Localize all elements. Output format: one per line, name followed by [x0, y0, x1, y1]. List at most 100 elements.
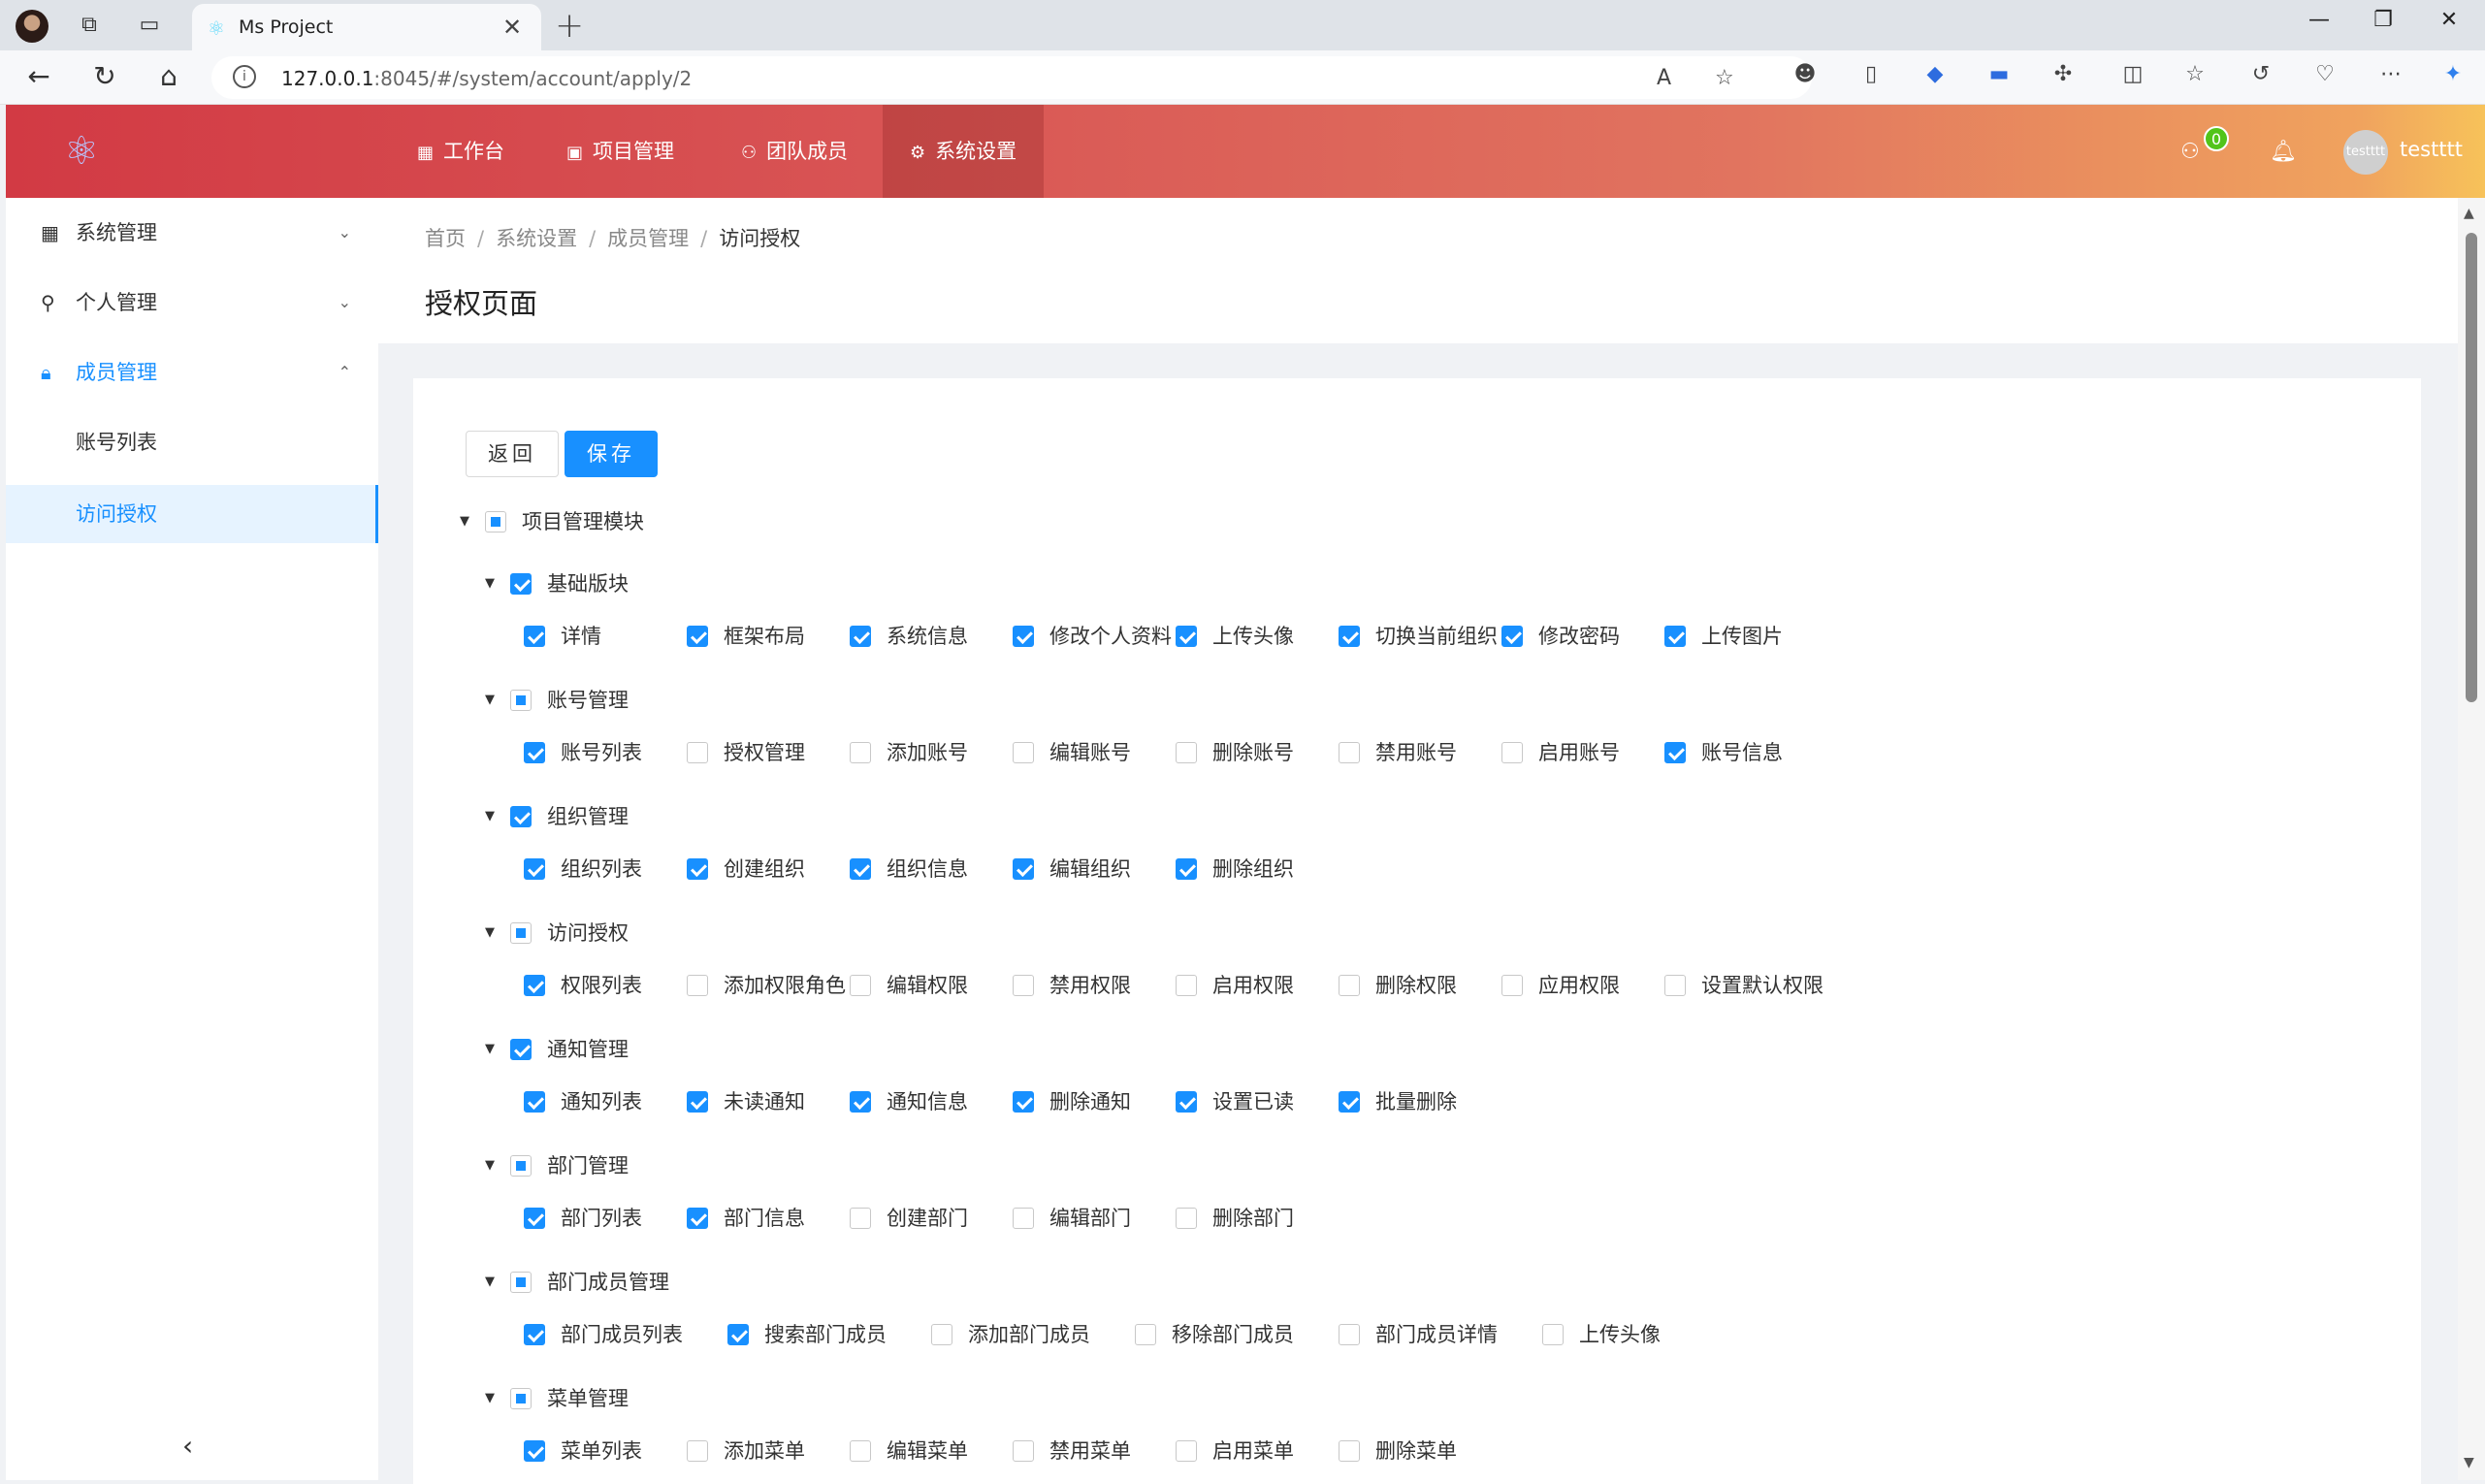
browser-tab-active[interactable]: ⚛ Ms Project ✕ [192, 4, 541, 50]
tree-checkbox[interactable] [524, 626, 545, 647]
tree-node-group[interactable]: ▼ 账号管理 [485, 681, 873, 720]
scroll-down-arrow-icon[interactable]: ▼ [2464, 1455, 2474, 1470]
tree-checkbox[interactable] [1339, 1440, 1360, 1462]
tree-checkbox[interactable] [687, 1091, 708, 1113]
tree-checkbox[interactable] [1176, 1440, 1197, 1462]
tree-checkbox[interactable] [1339, 1091, 1360, 1113]
split-screen-icon[interactable]: ◫ [2118, 60, 2147, 89]
new-tab-button[interactable]: + [555, 6, 584, 46]
read-aloud-icon[interactable]: A [1657, 66, 1671, 90]
caret-down-icon[interactable]: ▼ [485, 1030, 495, 1069]
home-icon[interactable]: ⌂ [149, 60, 188, 92]
breadcrumb-home[interactable]: 首页 [425, 227, 466, 250]
tree-checkbox[interactable] [850, 742, 871, 763]
tree-checkbox[interactable] [524, 1208, 545, 1229]
tree-node-group[interactable]: ▼ 菜单管理 [485, 1379, 873, 1418]
topnav-settings[interactable]: ⚙ 系统设置 [883, 105, 1045, 198]
tree-checkbox[interactable] [1013, 1440, 1034, 1462]
topnav-workbench[interactable]: ▦ 工作台 [390, 105, 532, 198]
tree-checkbox[interactable] [1339, 1324, 1360, 1345]
caret-down-icon[interactable]: ▼ [485, 914, 495, 952]
tree-checkbox[interactable] [1176, 858, 1197, 880]
tree-node-group[interactable]: ▼ 部门管理 [485, 1146, 873, 1185]
scroll-thumb[interactable] [2466, 233, 2477, 702]
favorite-star-icon[interactable]: ☆ [1715, 66, 1734, 90]
sidebar-item-system-management[interactable]: ▦ 系统管理 ⌄ [6, 198, 378, 268]
caret-down-icon[interactable]: ▼ [485, 565, 495, 603]
tree-checkbox[interactable] [1013, 1091, 1034, 1113]
tree-checkbox[interactable] [524, 975, 545, 996]
copilot-icon[interactable]: ✦ [2438, 60, 2468, 89]
extension-doc-icon[interactable]: ▯ [1856, 60, 1886, 89]
tree-checkbox[interactable] [1664, 742, 1686, 763]
back-arrow-icon[interactable]: ← [19, 60, 58, 92]
tree-checkbox[interactable] [1135, 1324, 1156, 1345]
tree-node-group[interactable]: ▼ 访问授权 [485, 914, 873, 952]
tree-checkbox[interactable] [510, 922, 532, 944]
tree-checkbox[interactable] [510, 1155, 532, 1177]
tree-checkbox[interactable] [1176, 1091, 1197, 1113]
tree-checkbox[interactable] [1501, 742, 1523, 763]
tree-checkbox[interactable] [510, 1388, 532, 1409]
caret-down-icon[interactable]: ▼ [485, 797, 495, 836]
sidebar-item-member-management[interactable]: 🔒︎ 成员管理 ⌃ [6, 338, 378, 407]
caret-down-icon[interactable]: ▼ [485, 1263, 495, 1302]
tree-checkbox[interactable] [510, 1272, 532, 1293]
back-button[interactable]: 返回 [466, 431, 559, 477]
tree-checkbox[interactable] [687, 626, 708, 647]
extension-diamond-icon[interactable]: ◆ [1920, 60, 1950, 89]
caret-down-icon[interactable]: ▼ [485, 1379, 495, 1418]
user-avatar[interactable]: testttt [2343, 130, 2388, 175]
tree-checkbox[interactable] [727, 1324, 749, 1345]
tree-checkbox[interactable] [1501, 626, 1523, 647]
tree-checkbox[interactable] [1664, 975, 1686, 996]
extension-bar-icon[interactable]: ▬ [1985, 60, 2014, 89]
caret-down-icon[interactable]: ▼ [485, 681, 495, 720]
username[interactable]: testttt [2400, 138, 2463, 161]
tree-checkbox[interactable] [524, 1324, 545, 1345]
tree-checkbox[interactable] [687, 858, 708, 880]
caret-down-icon[interactable]: ▼ [460, 502, 469, 541]
browser-essentials-icon[interactable]: ♡ [2310, 60, 2340, 89]
tree-checkbox[interactable] [850, 858, 871, 880]
tree-checkbox[interactable] [1013, 975, 1034, 996]
breadcrumb-member-management[interactable]: 成员管理 [607, 227, 689, 250]
caret-down-icon[interactable]: ▼ [485, 1146, 495, 1185]
tree-checkbox[interactable] [1013, 742, 1034, 763]
tree-node-group[interactable]: ▼ 基础版块 [485, 565, 873, 603]
tree-checkbox[interactable] [1176, 1208, 1197, 1229]
tree-checkbox[interactable] [1664, 626, 1686, 647]
tree-checkbox[interactable] [687, 742, 708, 763]
refresh-icon[interactable]: ↻ [85, 60, 124, 92]
tree-checkbox[interactable] [1013, 626, 1034, 647]
tree-checkbox[interactable] [687, 1208, 708, 1229]
more-menu-icon[interactable]: ⋯ [2376, 60, 2405, 89]
tree-checkbox[interactable] [1542, 1324, 1564, 1345]
page-scrollbar[interactable]: ▲ ▼ [2458, 198, 2485, 1480]
extensions-puzzle-icon[interactable]: ✣ [2049, 60, 2078, 89]
tree-checkbox[interactable] [687, 1440, 708, 1462]
history-icon[interactable]: ↺ [2246, 60, 2275, 89]
sidebar-item-personal-management[interactable]: ⚲ 个人管理 ⌄ [6, 268, 378, 338]
restore-button[interactable]: ❐ [2359, 8, 2407, 32]
tree-node-group[interactable]: ▼ 组织管理 [485, 797, 873, 836]
sidebar-subitem-access-auth[interactable]: 访问授权 [6, 485, 378, 543]
tree-checkbox[interactable] [1013, 1208, 1034, 1229]
collapse-sidebar-chevron-left-icon[interactable]: ‹ [182, 1430, 193, 1462]
url-field[interactable]: i 127.0.0.1:8045/#/system/account/apply/… [211, 56, 1812, 99]
tab-close-icon[interactable]: ✕ [502, 14, 522, 41]
tree-checkbox[interactable] [850, 1208, 871, 1229]
tree-checkbox[interactable] [524, 858, 545, 880]
tree-checkbox[interactable] [524, 1440, 545, 1462]
tree-checkbox[interactable] [1013, 858, 1034, 880]
tree-checkbox[interactable] [850, 626, 871, 647]
tree-checkbox[interactable] [1176, 742, 1197, 763]
tree-checkbox[interactable] [687, 975, 708, 996]
tree-checkbox[interactable] [510, 690, 532, 711]
tree-node-root[interactable]: ▼ 项目管理模块 [460, 502, 848, 541]
browser-profile-avatar[interactable] [16, 10, 48, 43]
tree-checkbox[interactable] [850, 975, 871, 996]
minimize-button[interactable]: — [2295, 8, 2343, 32]
app-logo-icon[interactable]: ⚛ [60, 130, 103, 173]
tree-checkbox[interactable] [1501, 975, 1523, 996]
